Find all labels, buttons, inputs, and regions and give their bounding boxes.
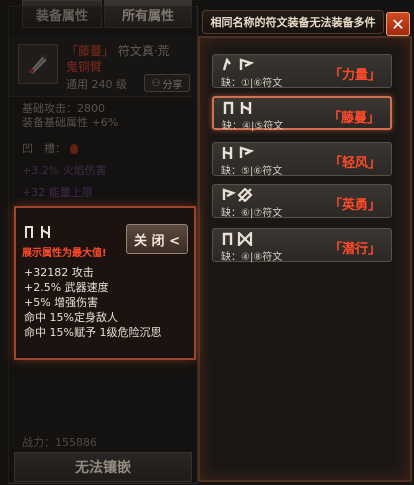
popup-stat-line: +2.5% 武器速度 bbox=[24, 281, 109, 294]
rune-requirement: 缺：⑥|⑦符文 bbox=[221, 208, 283, 219]
close-panel-button[interactable]: ✕ bbox=[386, 12, 410, 36]
rune-item-stealth[interactable]: 缺：④|⑧符文 「潜行」 bbox=[212, 228, 392, 263]
rune-requirement: 缺：①|⑥符文 bbox=[221, 78, 283, 89]
rune-name: 「轻风」 bbox=[328, 156, 381, 171]
popup-stat-line: +5% 增强伤害 bbox=[24, 296, 99, 309]
rune-name: 「英勇」 bbox=[328, 198, 381, 213]
popup-stat-line: 命中 15%赋予 1级危险沉思 bbox=[24, 326, 162, 339]
rune-glyphs-icon bbox=[221, 188, 255, 202]
popup-rune-glyphs-icon bbox=[24, 224, 54, 243]
close-popup-button[interactable]: 关 闭 < bbox=[126, 224, 188, 254]
rune-name: 「藤蔓」 bbox=[327, 111, 380, 126]
rune-item-strength[interactable]: 缺：①|⑥符文 「力量」 bbox=[212, 54, 392, 89]
rune-requirement: 缺：④|⑧符文 bbox=[221, 252, 283, 263]
rune-glyphs-icon bbox=[221, 232, 255, 246]
rune-glyphs-icon bbox=[221, 146, 255, 160]
rune-glyphs-icon bbox=[221, 58, 255, 72]
rune-requirement: 缺：⑤|⑥符文 bbox=[221, 166, 283, 177]
rune-name: 「力量」 bbox=[328, 68, 381, 83]
rune-list-title: 相同名称的符文装备无法装备多件 bbox=[202, 10, 384, 34]
rune-item-breeze[interactable]: 缺：⑤|⑥符文 「轻风」 bbox=[212, 142, 392, 177]
rune-glyphs-icon bbox=[222, 101, 256, 115]
popup-stat-line: 命中 15%定身敌人 bbox=[24, 311, 118, 324]
rune-requirement: 缺：④|⑤符文 bbox=[222, 121, 284, 132]
popup-stat-line: +32182 攻击 bbox=[24, 266, 94, 279]
rune-item-valor[interactable]: 缺：⑥|⑦符文 「英勇」 bbox=[212, 184, 392, 219]
close-x-icon: ✕ bbox=[391, 14, 405, 34]
rune-item-vine[interactable]: 缺：④|⑤符文 「藤蔓」 bbox=[212, 96, 392, 132]
rune-name: 「潜行」 bbox=[328, 242, 381, 257]
max-value-notice: 展示属性为最大值! bbox=[22, 248, 107, 259]
